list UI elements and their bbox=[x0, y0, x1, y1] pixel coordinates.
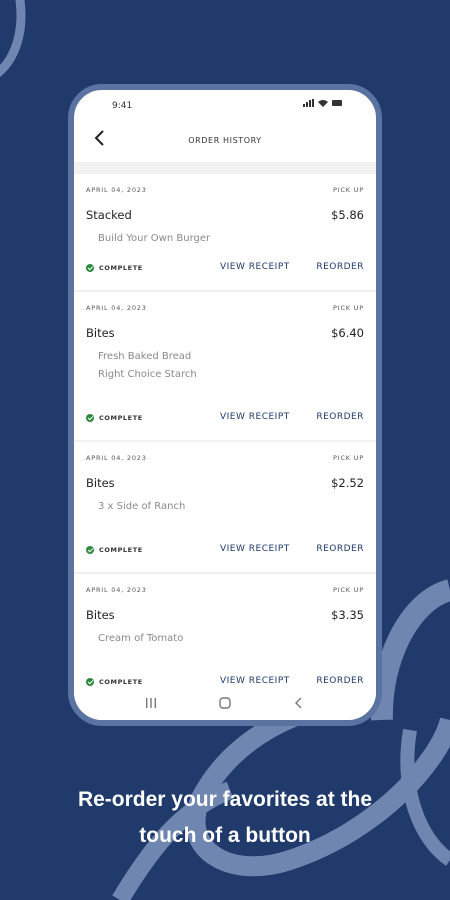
reorder-button[interactable]: REORDER bbox=[316, 412, 364, 422]
system-nav-bar bbox=[74, 686, 376, 720]
status-icons bbox=[303, 99, 342, 107]
signal-icon bbox=[303, 99, 314, 107]
status-label: COMPLETE bbox=[99, 678, 143, 686]
order-card: APRIL 04, 2023 PICK UP Bites $2.52 3 x S… bbox=[74, 442, 376, 572]
reorder-button[interactable]: REORDER bbox=[316, 544, 364, 554]
status-badge: COMPLETE bbox=[86, 678, 143, 686]
order-date: APRIL 04, 2023 bbox=[86, 186, 147, 194]
battery-icon bbox=[332, 100, 342, 106]
order-item: 3 x Side of Ranch bbox=[98, 501, 186, 512]
check-circle-icon bbox=[86, 414, 94, 422]
order-items: 3 x Side of Ranch bbox=[98, 498, 185, 516]
reorder-button[interactable]: REORDER bbox=[316, 262, 364, 272]
phone-frame: 9:41 ORDER HISTORY APRIL 04, 2023 PICK U… bbox=[68, 84, 382, 726]
order-date: APRIL 04, 2023 bbox=[86, 586, 147, 594]
view-receipt-button[interactable]: VIEW RECEIPT bbox=[220, 544, 290, 554]
order-date: APRIL 04, 2023 bbox=[86, 304, 147, 312]
order-items: Fresh Baked Bread Right Choice Starch bbox=[98, 348, 197, 384]
view-receipt-button[interactable]: VIEW RECEIPT bbox=[220, 262, 290, 272]
home-button[interactable] bbox=[213, 693, 237, 713]
order-list[interactable]: APRIL 04, 2023 PICK UP Stacked $5.86 Bui… bbox=[74, 162, 376, 686]
order-card: APRIL 04, 2023 PICK UP Bites $3.35 Cream… bbox=[74, 574, 376, 686]
status-badge: COMPLETE bbox=[86, 546, 143, 554]
order-type: PICK UP bbox=[333, 586, 364, 594]
order-type: PICK UP bbox=[333, 186, 364, 194]
check-circle-icon bbox=[86, 678, 94, 686]
status-bar: 9:41 bbox=[74, 90, 376, 118]
nav-back-button[interactable] bbox=[287, 693, 311, 713]
caption-line-2: touch of a button bbox=[139, 824, 311, 847]
order-item: Fresh Baked Bread bbox=[98, 351, 192, 362]
recents-button[interactable] bbox=[139, 693, 163, 713]
wifi-icon bbox=[318, 100, 328, 107]
home-icon bbox=[219, 697, 231, 709]
order-price: $6.40 bbox=[331, 326, 364, 340]
status-label: COMPLETE bbox=[99, 546, 143, 554]
order-item: Cream of Tomato bbox=[98, 633, 184, 644]
page-title: ORDER HISTORY bbox=[188, 136, 262, 145]
view-receipt-button[interactable]: VIEW RECEIPT bbox=[220, 412, 290, 422]
order-type: PICK UP bbox=[333, 454, 364, 462]
promo-caption: Re-order your favorites at the touch of … bbox=[0, 782, 450, 854]
order-item: Build Your Own Burger bbox=[98, 233, 211, 244]
back-icon bbox=[295, 697, 302, 709]
order-name: Bites bbox=[86, 476, 115, 490]
order-items: Build Your Own Burger bbox=[98, 230, 210, 248]
order-price: $3.35 bbox=[331, 608, 364, 622]
caption-line-1: Re-order your favorites at the bbox=[77, 788, 373, 811]
order-item: Right Choice Starch bbox=[98, 369, 197, 380]
status-label: COMPLETE bbox=[99, 414, 143, 422]
check-circle-icon bbox=[86, 264, 94, 272]
status-time: 9:41 bbox=[112, 101, 133, 111]
status-badge: COMPLETE bbox=[86, 264, 143, 272]
status-badge: COMPLETE bbox=[86, 414, 143, 422]
order-type: PICK UP bbox=[333, 304, 364, 312]
view-receipt-button[interactable]: VIEW RECEIPT bbox=[220, 676, 290, 686]
order-name: Stacked bbox=[86, 208, 132, 222]
order-date: APRIL 04, 2023 bbox=[86, 454, 147, 462]
reorder-button[interactable]: REORDER bbox=[316, 676, 364, 686]
order-items: Cream of Tomato bbox=[98, 630, 183, 648]
app-header: ORDER HISTORY bbox=[74, 118, 376, 162]
order-name: Bites bbox=[86, 608, 115, 622]
check-circle-icon bbox=[86, 546, 94, 554]
recents-icon bbox=[146, 698, 156, 708]
status-label: COMPLETE bbox=[99, 264, 143, 272]
order-card: APRIL 04, 2023 PICK UP Stacked $5.86 Bui… bbox=[74, 174, 376, 290]
order-name: Bites bbox=[86, 326, 115, 340]
order-price: $5.86 bbox=[331, 208, 364, 222]
order-card: APRIL 04, 2023 PICK UP Bites $6.40 Fresh… bbox=[74, 292, 376, 440]
order-price: $2.52 bbox=[331, 476, 364, 490]
